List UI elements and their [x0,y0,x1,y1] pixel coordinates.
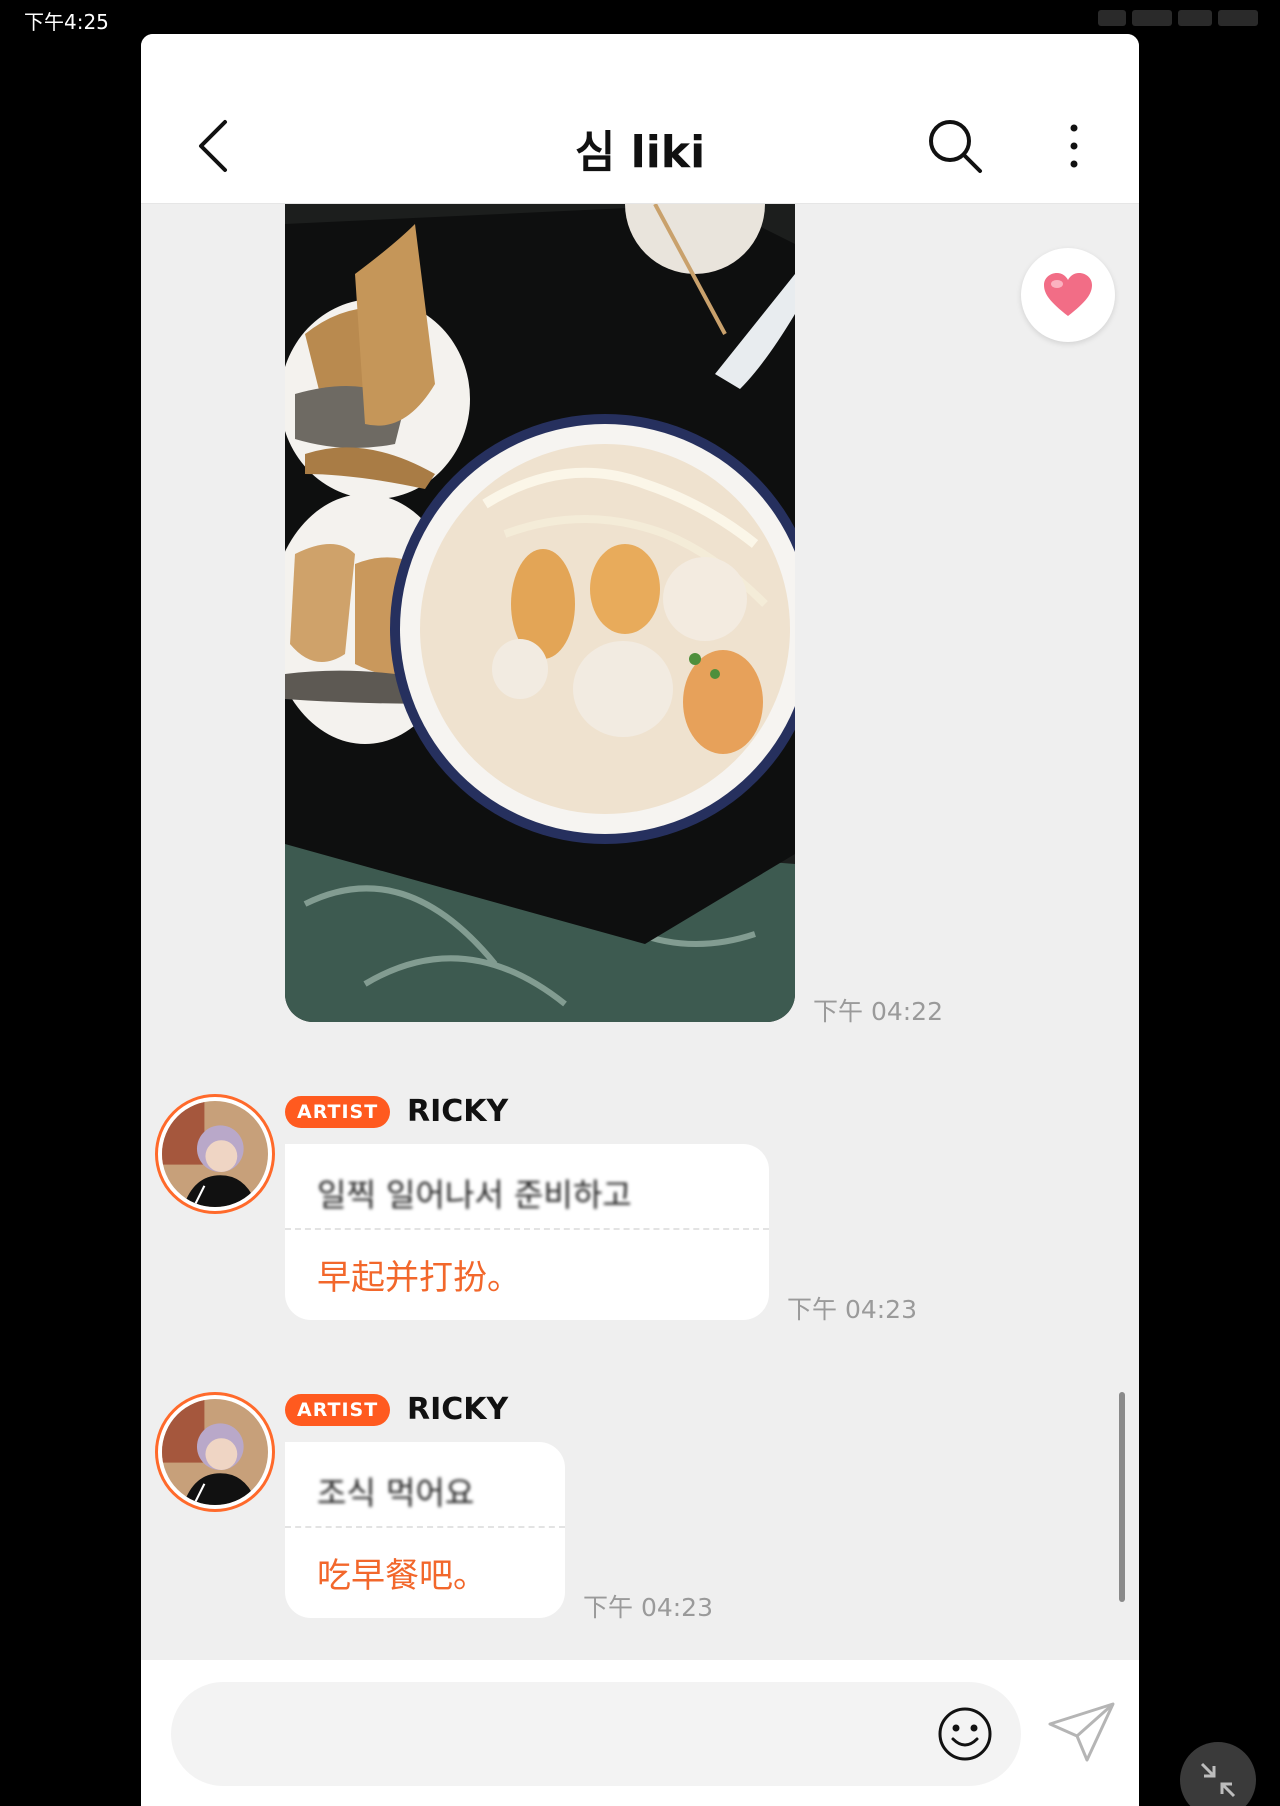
smiley-icon [938,1707,992,1761]
emoji-button[interactable] [937,1706,993,1762]
artist-badge: ARTIST [285,1394,391,1426]
message-bubble[interactable]: 조식 먹어요 吃早餐吧。 [285,1442,565,1618]
original-text: 조식 먹어요 [317,1474,475,1512]
bubble-divider [285,1526,565,1528]
chat-window: 심 liki 下午 04:22 ARTIST RICKY 일찍 일어나서 준비하… [141,34,1139,1806]
status-icons [1098,10,1258,28]
chat-header: 심 liki [141,34,1139,204]
sender-name: RICKY [407,1392,509,1427]
bubble-divider [285,1228,769,1230]
send-button[interactable] [1047,1700,1117,1764]
message-bubble[interactable]: 일찍 일어나서 준비하고 早起并打扮。 [285,1144,769,1320]
message-time: 下午 04:23 [787,1295,917,1324]
reaction-button[interactable] [1021,248,1115,342]
translation-text: 早起并打扮。 [317,1258,521,1298]
minimize-button[interactable] [1180,1742,1256,1806]
more-vertical-icon [1070,124,1078,168]
heart-icon [1044,273,1092,316]
chat-title: 심 liki [574,127,706,178]
paper-plane-icon [1048,1702,1115,1762]
message-time: 下午 04:22 [813,997,943,1026]
translation-text: 吃早餐吧。 [317,1556,487,1596]
status-time: 下午4:25 [24,10,109,34]
artist-avatar-icon [162,1399,268,1505]
message-list[interactable]: 下午 04:22 ARTIST RICKY 일찍 일어나서 준비하고 早起并打扮… [141,204,1139,1694]
collapse-arrows-icon [1200,1762,1236,1798]
composer-bar [141,1660,1139,1806]
original-text: 일찍 일어나서 준비하고 [317,1176,632,1214]
search-button[interactable] [927,118,983,174]
search-icon [929,120,982,173]
message-input[interactable] [171,1682,1021,1786]
scrollbar[interactable] [1119,1392,1125,1602]
sender-name: RICKY [407,1094,509,1129]
artist-badge: ARTIST [285,1096,391,1128]
message-time: 下午 04:23 [583,1593,713,1622]
artist-avatar-icon [162,1101,268,1207]
more-button[interactable] [1059,118,1089,174]
food-photo[interactable] [285,204,795,1022]
avatar[interactable] [155,1094,275,1214]
avatar[interactable] [155,1392,275,1512]
